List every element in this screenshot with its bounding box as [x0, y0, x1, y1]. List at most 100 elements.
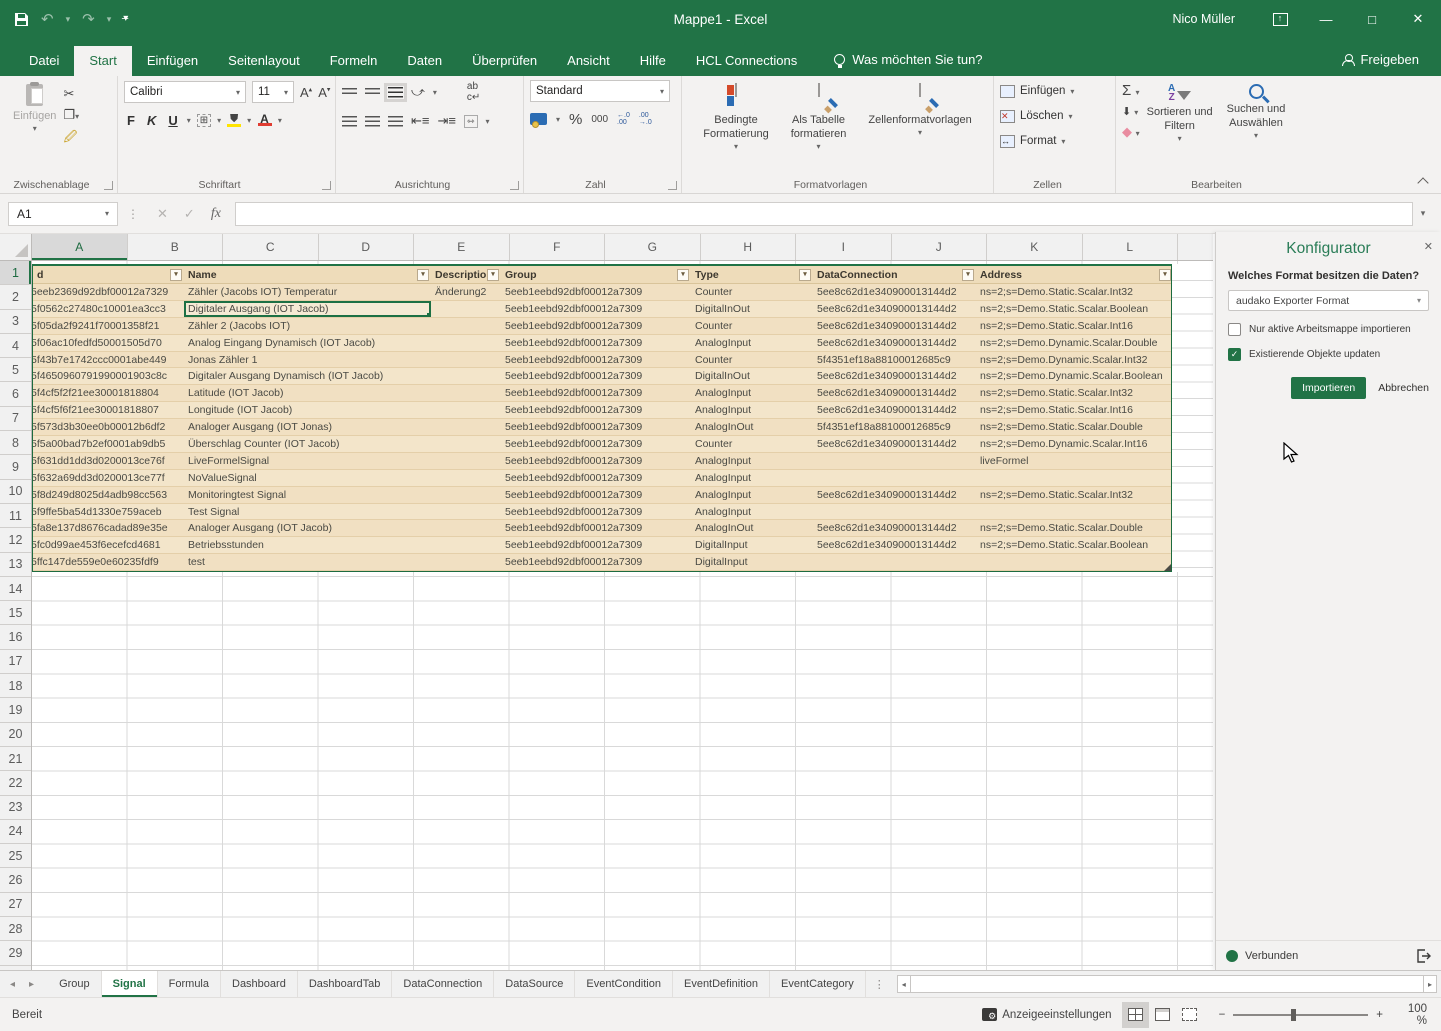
table-cell[interactable]: 5fc0d99ae453f6ecefcd4681: [33, 537, 184, 553]
merge-dropdown-icon[interactable]: ▾: [486, 117, 490, 126]
table-resize-handle[interactable]: [1164, 564, 1171, 571]
sort-filter-button[interactable]: AZ Sortieren und Filtern▾: [1140, 80, 1220, 148]
row-header-16[interactable]: 16: [0, 625, 31, 649]
table-cell[interactable]: Monitoringtest Signal: [184, 487, 431, 503]
table-cell[interactable]: 5eeb1eebd92dbf00012a7309: [501, 554, 691, 570]
sheet-tab-datasource[interactable]: DataSource: [494, 971, 575, 997]
table-cell[interactable]: 5f4650960791990001903c8c: [33, 368, 184, 384]
alignment-dialog-launcher[interactable]: [510, 181, 519, 190]
row-header-7[interactable]: 7: [0, 407, 31, 431]
cut-icon[interactable]: ✂: [63, 86, 79, 102]
column-header-E[interactable]: E: [414, 234, 510, 260]
table-cell[interactable]: [431, 335, 501, 351]
table-cell[interactable]: 5eeb1eebd92dbf00012a7309: [501, 419, 691, 435]
view-page-layout-button[interactable]: [1149, 1002, 1176, 1028]
table-cell[interactable]: [813, 554, 976, 570]
table-header-Address[interactable]: Address▾: [976, 266, 1173, 283]
checkbox-update-objects[interactable]: ✓ Existierende Objekte updaten: [1228, 348, 1429, 361]
column-header-B[interactable]: B: [128, 234, 224, 260]
cells-insert-button[interactable]: Einfügen▾: [1000, 80, 1074, 102]
fill-color-dropdown-icon[interactable]: ▾: [247, 116, 251, 125]
table-cell[interactable]: Analoger Ausgang (IOT Jacob): [184, 520, 431, 536]
font-name-select[interactable]: Calibri▾: [124, 81, 246, 103]
table-header-d[interactable]: d▾: [33, 266, 184, 283]
name-box[interactable]: A1▾: [8, 202, 118, 226]
filter-dropdown-icon[interactable]: ▾: [962, 269, 974, 281]
format-select[interactable]: audako Exporter Format▾: [1228, 290, 1429, 311]
table-cell[interactable]: 5eeb1eebd92dbf00012a7309: [501, 352, 691, 368]
italic-button[interactable]: K: [144, 113, 159, 128]
table-cell[interactable]: [431, 419, 501, 435]
font-color-dropdown-icon[interactable]: ▾: [278, 116, 282, 125]
menu-tab-start[interactable]: Start: [74, 46, 131, 76]
table-cell[interactable]: [431, 520, 501, 536]
table-cell[interactable]: [431, 537, 501, 553]
filter-dropdown-icon[interactable]: ▾: [677, 269, 689, 281]
table-cell[interactable]: 5eeb1eebd92dbf00012a7309: [501, 537, 691, 553]
table-cell[interactable]: 5f4cf5f2f21ee30001818804: [33, 385, 184, 401]
view-normal-button[interactable]: [1122, 1002, 1149, 1028]
table-cell[interactable]: 5f05da2f9241f70001358f21: [33, 318, 184, 334]
table-cell[interactable]: [431, 470, 501, 486]
undo-icon[interactable]: ↶: [41, 12, 54, 27]
table-cell[interactable]: ns=2;s=Demo.Static.Scalar.Boolean: [976, 537, 1173, 553]
row-header-21[interactable]: 21: [0, 747, 31, 771]
font-color-icon[interactable]: A: [257, 114, 272, 126]
expand-formula-bar-icon[interactable]: ▾: [1413, 202, 1433, 226]
table-cell[interactable]: AnalogInOut: [691, 419, 813, 435]
row-header-20[interactable]: 20: [0, 723, 31, 747]
table-cell[interactable]: Jonas Zähler 1: [184, 352, 431, 368]
table-cell[interactable]: [431, 352, 501, 368]
sheet-tabs-more-icon[interactable]: ⋮: [866, 971, 893, 997]
undo-dropdown-icon[interactable]: ▾: [66, 15, 71, 24]
table-cell[interactable]: [813, 453, 976, 469]
column-header-L[interactable]: L: [1083, 234, 1179, 260]
table-cell[interactable]: Digitaler Ausgang (IOT Jacob): [184, 301, 431, 317]
sheet-tab-dashboard[interactable]: Dashboard: [221, 971, 298, 997]
clear-icon[interactable]: ◆ ▾: [1122, 124, 1140, 140]
table-cell[interactable]: [976, 504, 1173, 520]
borders-dropdown-icon[interactable]: ▾: [217, 116, 221, 125]
table-cell[interactable]: 5ee8c62d1e340900013144d2: [813, 301, 976, 317]
table-cell[interactable]: [813, 470, 976, 486]
cell-styles-button[interactable]: Zellenformatvorlagen▾: [861, 80, 978, 142]
sheet-tab-dashboardtab[interactable]: DashboardTab: [298, 971, 393, 997]
align-top-icon[interactable]: [342, 88, 357, 96]
table-header-DataConnection[interactable]: DataConnection▾: [813, 266, 976, 283]
copy-icon[interactable]: ❐▾: [63, 107, 79, 123]
table-cell[interactable]: ns=2;s=Demo.Static.Scalar.Boolean: [976, 301, 1173, 317]
table-cell[interactable]: 5ee8c62d1e340900013144d2: [813, 368, 976, 384]
table-cell[interactable]: [976, 470, 1173, 486]
table-cell[interactable]: [431, 318, 501, 334]
table-cell[interactable]: AnalogInput: [691, 504, 813, 520]
disconnect-icon[interactable]: [1416, 949, 1431, 963]
column-header-H[interactable]: H: [701, 234, 797, 260]
cells-format-button[interactable]: ↔Format▾: [1000, 130, 1065, 152]
table-cell[interactable]: liveFormel: [976, 453, 1173, 469]
table-cell[interactable]: 5ee8c62d1e340900013144d2: [813, 318, 976, 334]
table-cell[interactable]: 5fa8e137d8676cadad89e35e: [33, 520, 184, 536]
zoom-level[interactable]: 100 %: [1397, 1003, 1441, 1027]
row-header-4[interactable]: 4: [0, 334, 31, 358]
table-cell[interactable]: ns=2;s=Demo.Static.Scalar.Int16: [976, 318, 1173, 334]
wrap-text-icon[interactable]: abc↵: [467, 81, 480, 103]
table-cell[interactable]: [813, 504, 976, 520]
borders-icon[interactable]: ⊞: [197, 114, 211, 127]
table-cell[interactable]: Analoger Ausgang (IOT Jonas): [184, 419, 431, 435]
filter-dropdown-icon[interactable]: ▾: [170, 269, 182, 281]
table-cell[interactable]: ns=2;s=Demo.Dynamic.Scalar.Int32: [976, 352, 1173, 368]
menu-tab-ansicht[interactable]: Ansicht: [552, 46, 625, 76]
cancel-button[interactable]: Abbrechen: [1378, 382, 1429, 394]
table-cell[interactable]: DigitalInput: [691, 537, 813, 553]
zoom-in-icon[interactable]: +: [1376, 1009, 1383, 1021]
column-header-I[interactable]: I: [796, 234, 892, 260]
table-cell[interactable]: 5f9ffe5ba54d1330e759aceb: [33, 504, 184, 520]
decrease-font-icon[interactable]: A▾: [318, 85, 330, 100]
row-header-2[interactable]: 2: [0, 285, 31, 309]
percent-style-icon[interactable]: %: [569, 111, 582, 128]
table-cell[interactable]: [431, 402, 501, 418]
table-cell[interactable]: [431, 554, 501, 570]
orientation-dropdown-icon[interactable]: ▾: [433, 88, 437, 97]
table-cell[interactable]: 5f4351ef18a88100012685c9: [813, 352, 976, 368]
close-button[interactable]: ✕: [1395, 0, 1441, 38]
